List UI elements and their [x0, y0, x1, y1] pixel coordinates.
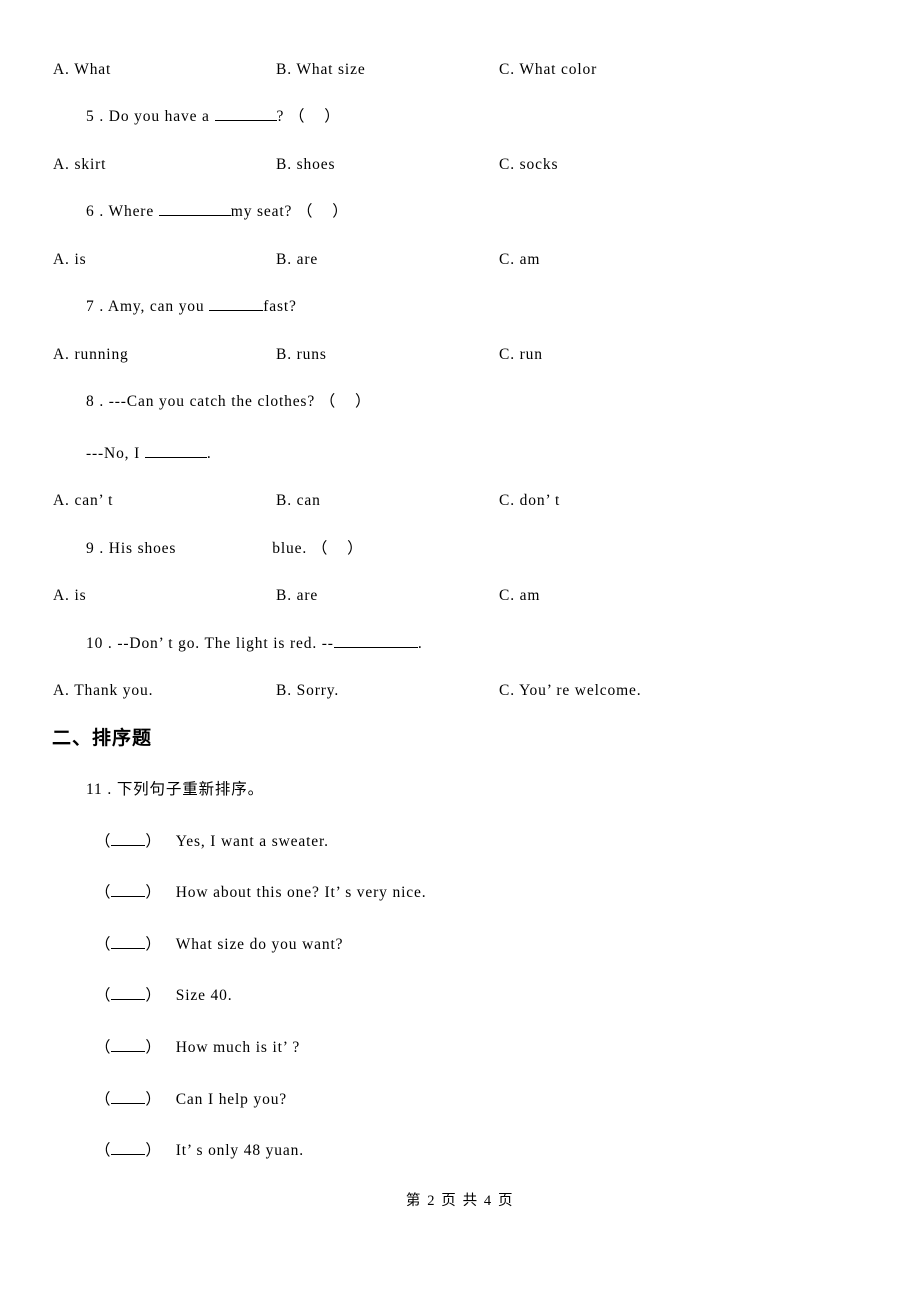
question-stem-q9-pre: 9 . His shoes	[86, 540, 177, 557]
order-item-text: How much is it’ ?	[175, 1039, 301, 1056]
answer-blank-q5[interactable]	[214, 105, 277, 121]
options-row-q9: A. is B. are C. am	[0, 584, 920, 608]
question-stem-q10-post: .	[417, 635, 423, 652]
question-stem-q8-continuation: ---No, I .	[86, 442, 212, 466]
options-row-q7: A. running B. runs C. run	[0, 343, 920, 367]
option-a-q4[interactable]: A. What	[53, 58, 111, 82]
order-blank[interactable]	[111, 984, 146, 1000]
option-c-q9[interactable]: C. am	[499, 584, 540, 608]
question-stem-q5-pre: 5 . Do you have a	[86, 108, 215, 125]
question-number-q11: 11 .	[86, 781, 117, 798]
order-item: （） What size do you want?	[95, 933, 343, 957]
option-b-q6[interactable]: B. are	[276, 248, 318, 272]
option-b-q9[interactable]: B. are	[276, 584, 318, 608]
order-blank[interactable]	[111, 830, 146, 846]
option-a-q9[interactable]: A. is	[53, 584, 87, 608]
option-b-q7[interactable]: B. runs	[276, 343, 327, 367]
order-item: （） How much is it’ ?	[95, 1036, 300, 1060]
option-b-q8[interactable]: B. can	[276, 489, 321, 513]
order-blank[interactable]	[111, 1139, 146, 1155]
option-c-q5[interactable]: C. socks	[499, 153, 558, 177]
order-item-text: Can I help you?	[175, 1091, 288, 1108]
option-a-q7[interactable]: A. running	[53, 343, 129, 367]
order-blank[interactable]	[111, 881, 146, 897]
answer-blank-q7[interactable]	[209, 295, 264, 311]
order-item: （） Can I help you?	[95, 1088, 287, 1112]
options-row-q10: A. Thank you. B. Sorry. C. You’ re welco…	[0, 679, 920, 703]
options-row-q8: A. can’ t B. can C. don’ t	[0, 489, 920, 513]
page-footer: 第 2 页 共 4 页	[405, 1193, 515, 1209]
option-c-q10[interactable]: C. You’ re welcome.	[499, 679, 641, 703]
order-item-text: Yes, I want a sweater.	[175, 833, 329, 850]
question-stem-q8: 8 . ---Can you catch the clothes? （ ）	[86, 390, 371, 414]
order-blank[interactable]	[111, 1088, 146, 1104]
question-stem-q6: 6 . Where my seat? （ ）	[86, 200, 349, 224]
question-stem-q9-post: blue. （ ）	[272, 540, 364, 557]
options-row-q4: A. What B. What size C. What color	[0, 58, 920, 82]
order-item-text: How about this one? It’ s very nice.	[175, 884, 427, 901]
answer-blank-q6[interactable]	[158, 200, 231, 216]
question-stem-q8-pre: 8 . ---Can you catch the clothes? （ ）	[86, 393, 372, 410]
question-stem-q6-post: my seat? （ ）	[230, 203, 349, 220]
question-stem-q7: 7 . Amy, can you fast?	[86, 295, 297, 319]
answer-blank-q8[interactable]	[144, 442, 207, 458]
question-stem-q8-cont-pre: ---No, I	[86, 445, 145, 462]
order-item-text: It’ s only 48 yuan.	[175, 1142, 304, 1159]
order-blank[interactable]	[111, 933, 146, 949]
question-stem-q8-cont-post: .	[206, 445, 212, 462]
option-c-q6[interactable]: C. am	[499, 248, 540, 272]
exam-page: A. What B. What size C. What color 5 . D…	[0, 0, 920, 1302]
options-row-q6: A. is B. are C. am	[0, 248, 920, 272]
question-stem-q5: 5 . Do you have a ? （ ）	[86, 105, 341, 129]
options-row-q5: A. skirt B. shoes C. socks	[0, 153, 920, 177]
answer-blank-q10[interactable]	[333, 632, 418, 648]
question-stem-q10-pre: 10 . --Don’ t go. The light is red. --	[86, 635, 334, 652]
question-stem-q9: 9 . His shoes blue. （ ）	[86, 537, 363, 561]
order-item: （） It’ s only 48 yuan.	[95, 1139, 304, 1163]
order-item: （） How about this one? It’ s very nice.	[95, 881, 426, 905]
option-c-q4[interactable]: C. What color	[499, 58, 597, 82]
option-c-q7[interactable]: C. run	[499, 343, 543, 367]
option-c-q8[interactable]: C. don’ t	[499, 489, 560, 513]
question-text-q11: 下列句子重新排序。	[116, 781, 264, 798]
order-blank[interactable]	[111, 1036, 146, 1052]
question-stem-q7-post: fast?	[263, 298, 297, 315]
order-item: （） Size 40.	[95, 984, 232, 1008]
option-a-q6[interactable]: A. is	[53, 248, 87, 272]
option-a-q10[interactable]: A. Thank you.	[53, 679, 153, 703]
section-heading-two: 二、排序题	[52, 727, 153, 749]
option-b-q5[interactable]: B. shoes	[276, 153, 335, 177]
question-stem-q10: 10 . --Don’ t go. The light is red. --.	[86, 632, 423, 656]
order-item-text: Size 40.	[175, 987, 233, 1004]
option-b-q4[interactable]: B. What size	[276, 58, 366, 82]
order-item: （） Yes, I want a sweater.	[95, 830, 329, 854]
order-item-text: What size do you want?	[175, 936, 344, 953]
option-b-q10[interactable]: B. Sorry.	[276, 679, 339, 703]
question-stem-q5-post: ? （ ）	[276, 108, 341, 125]
question-stem-q7-pre: 7 . Amy, can you	[86, 298, 210, 315]
option-a-q8[interactable]: A. can’ t	[53, 489, 113, 513]
question-stem-q6-pre: 6 . Where	[86, 203, 159, 220]
option-a-q5[interactable]: A. skirt	[53, 153, 106, 177]
question-stem-q11: 11 . 下列句子重新排序。	[86, 778, 264, 802]
